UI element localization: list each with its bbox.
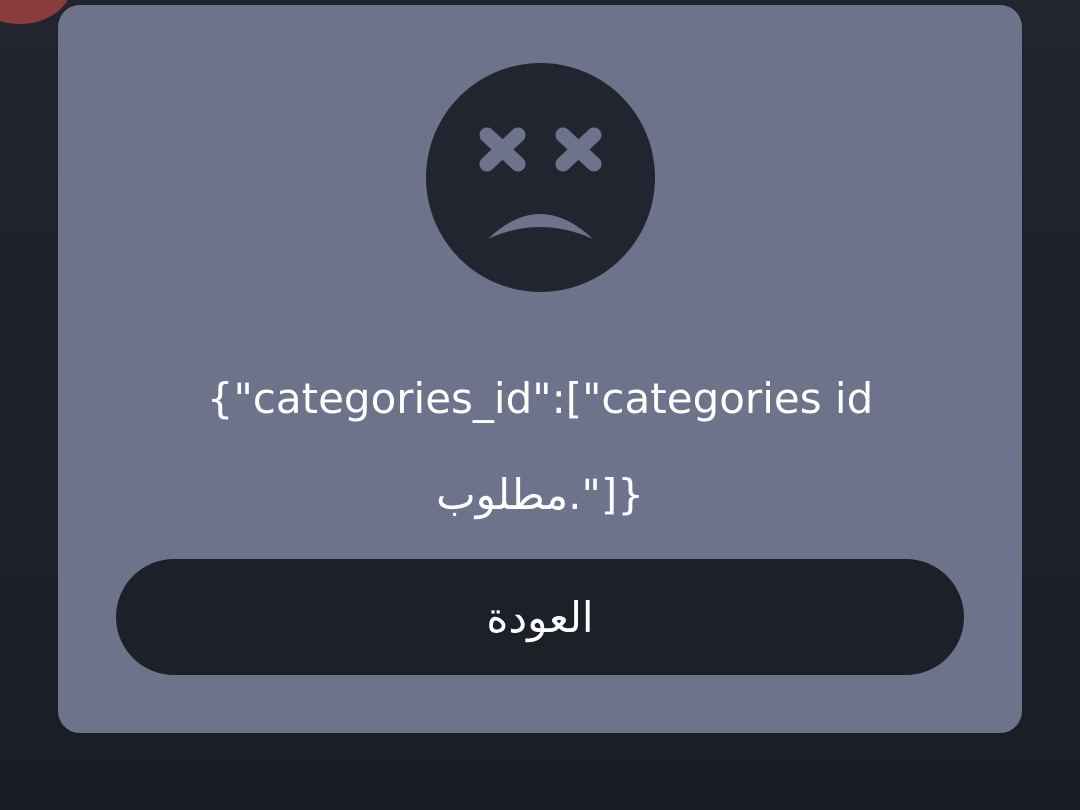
error-dialog: {"categories_id":["categories id مطلوب."… <box>58 5 1022 733</box>
error-message: {"categories_id":["categories id مطلوب."… <box>206 374 874 519</box>
back-button[interactable]: العودة <box>116 559 964 675</box>
back-button-label: العودة <box>486 592 594 642</box>
sad-face-icon <box>426 63 655 292</box>
